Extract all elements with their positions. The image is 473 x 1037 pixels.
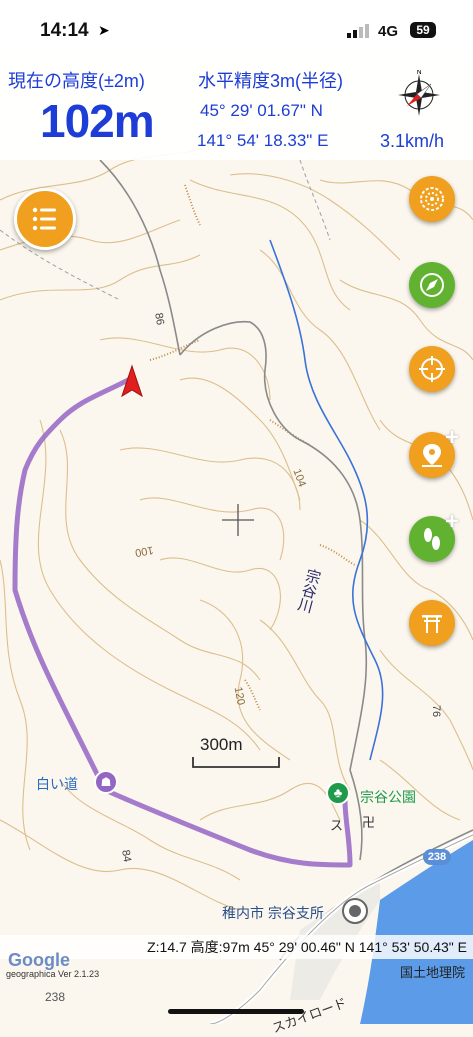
add-footprints-button[interactable]: + [409,508,459,562]
contour-label-84: 84 [119,848,134,864]
torii-icon [422,615,442,633]
network-type: 4G [378,23,399,40]
torii-button[interactable] [409,600,455,646]
app-version: geographica Ver 2.1.23 [6,969,100,979]
status-time: 14:14 [40,20,89,41]
route-238-badge: 238 [423,849,451,865]
location-arrow-icon: ➤ [98,22,110,38]
map-center-info: Z:14.7 高度:97m 45° 29' 00.46" N 141° 53' … [147,939,467,955]
crosshair-icon [419,356,445,382]
altitude-value: 102m [40,95,155,147]
road-number-label: 238 [45,990,66,1004]
menu-button[interactable] [14,188,76,250]
contour-label-86: 86 [152,311,167,327]
park-marker-icon[interactable]: ♣ [326,781,350,805]
temple-symbol-label: 卍 [362,815,376,830]
menu-list-icon [32,207,56,231]
latitude-value: 45° 29' 01.67" N [200,101,323,120]
compass-icon [420,273,444,297]
scale-label: 300m [200,735,243,754]
poi-label-shiroi-michi: 白い道 [36,776,78,792]
add-pin-button[interactable]: + [409,424,459,478]
gps-info-header: 現在の高度(±2m) 102m 水平精度3m(半径) 45° 29' 01.67… [0,58,473,160]
poi-label-branch-office: 稚内市 宗谷支所 [222,905,324,921]
footprints-icon [424,528,440,550]
crosshair-button[interactable] [409,346,455,392]
poi-label-souya-park: 宗谷公園 [360,789,416,805]
longitude-value: 141° 54' 18.33" E [197,131,329,150]
office-marker-icon[interactable] [342,898,368,924]
add-pin-icon [422,444,442,467]
battery-icon: 59 [410,22,436,38]
home-indicator [168,1009,304,1014]
shiroi-michi-marker-icon[interactable]: ☗ [94,770,118,794]
speed-value: 3.1km/h [380,131,445,151]
compass-rose-icon[interactable]: N [394,70,444,120]
signal-icon [347,24,369,38]
accuracy-label: 水平精度3m(半径) [198,71,343,91]
gsi-attribution: 国土地理院 [399,965,465,980]
map-footer: Z:14.7 高度:97m 45° 29' 00.46" N 141° 53' … [0,935,473,959]
swirl-button[interactable] [409,176,455,222]
status-bar: 14:14 ➤ 4G 59 [0,0,473,58]
altitude-label: 現在の高度(±2m) [8,71,145,91]
swirl-icon [420,187,444,211]
google-logo: Google [8,950,70,970]
svg-text:N: N [416,70,421,76]
map-misc-label: ス [330,818,344,833]
compass-button[interactable] [409,262,455,308]
contour-label-76: 76 [430,704,443,718]
